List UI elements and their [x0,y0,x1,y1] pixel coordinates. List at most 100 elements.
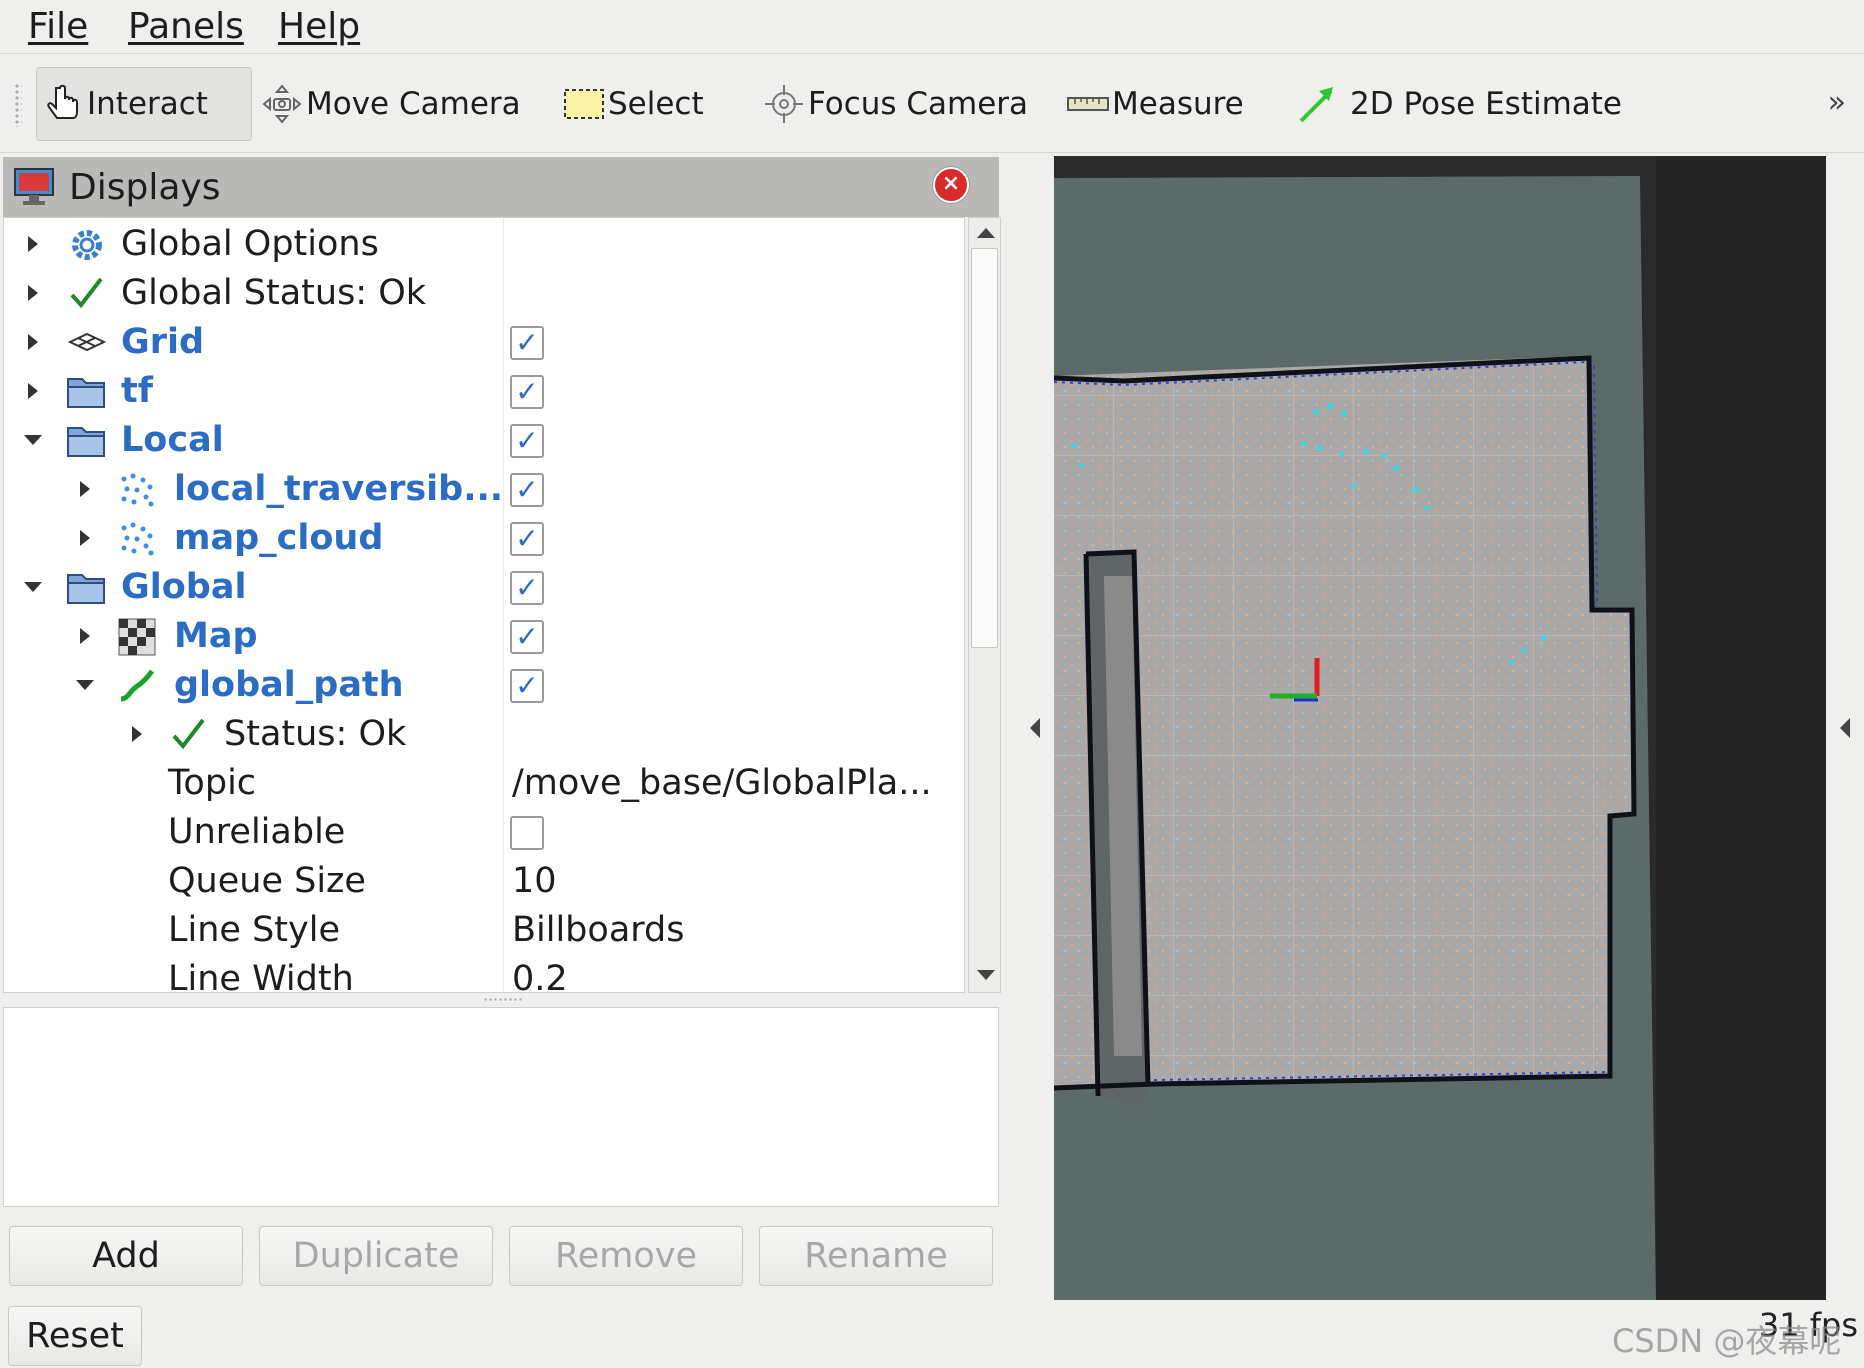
scroll-up-icon[interactable] [977,228,995,238]
global-checkbox[interactable]: ✓ [510,571,544,605]
move-camera-icon [260,82,304,126]
duplicate-button-label: Duplicate [292,1236,460,1276]
hand-pointer-icon [41,82,85,126]
tree-row-local[interactable]: Local ✓ [4,416,964,465]
path-icon [118,667,156,705]
line-style-label: Line Style [168,910,340,950]
render-viewport[interactable] [1054,156,1826,1300]
map-icon [118,618,156,656]
tree-row-global-path[interactable]: global_path ✓ [4,661,964,710]
local-traversable-label: local_traversib... [174,469,504,509]
property-description-box [3,1007,999,1207]
reset-button-label: Reset [26,1316,124,1356]
map-checkbox[interactable]: ✓ [510,620,544,654]
splitter-handle[interactable] [483,997,523,1003]
expand-arrow-icon[interactable] [132,726,142,742]
property-row-queue-size[interactable]: Queue Size 10 [4,857,964,906]
close-panel-button[interactable]: × [933,167,969,203]
move-camera-tool-button[interactable]: Move Camera [260,67,521,141]
collapse-left-icon[interactable] [1030,718,1040,738]
tf-checkbox[interactable]: ✓ [510,375,544,409]
collapse-right-icon[interactable] [1840,718,1850,738]
collapse-arrow-icon[interactable] [24,582,42,592]
map-cloud-checkbox[interactable]: ✓ [510,522,544,556]
measure-tool-label: Measure [1112,86,1244,122]
add-button[interactable]: Add [9,1226,243,1286]
folder-icon [66,422,105,460]
collapse-arrow-icon[interactable] [24,435,42,445]
property-row-line-width[interactable]: Line Width 0.2 [4,955,964,993]
rviz-window: File Panels Help Interact Move Camera Se… [0,0,1864,1368]
tree-row-map[interactable]: Map ✓ [4,612,964,661]
status-label: Status: Ok [224,714,407,754]
remove-button[interactable]: Remove [509,1226,743,1286]
tree-row-grid[interactable]: Grid ✓ [4,318,964,367]
tree-row-global[interactable]: Global ✓ [4,563,964,612]
map-render [1054,156,1826,1300]
interact-tool-label: Interact [87,86,208,122]
reset-button[interactable]: Reset [8,1306,142,1366]
select-tool-label: Select [608,86,704,122]
grid-checkbox[interactable]: ✓ [510,326,544,360]
property-row-topic[interactable]: Topic /move_base/GlobalPla... [4,759,964,808]
displays-tree: Global Options Global Status: Ok Grid ✓ [3,217,965,993]
property-row-line-style[interactable]: Line Style Billboards [4,906,964,955]
focus-camera-tool-button[interactable]: Focus Camera [762,67,1028,141]
select-tool-button[interactable]: Select [562,67,704,141]
measure-tool-button[interactable]: Measure [1066,67,1244,141]
displays-title: Displays [69,167,221,208]
expand-arrow-icon[interactable] [28,236,38,252]
interact-tool-button[interactable]: Interact [36,67,252,141]
expand-arrow-icon[interactable] [28,383,38,399]
move-camera-tool-label: Move Camera [306,86,521,122]
menu-bar: File Panels Help [0,0,1864,54]
displays-panel: Displays × Global Options Global Status:… [3,155,1001,1335]
property-row-unreliable[interactable]: Unreliable [4,808,964,857]
tree-row-status[interactable]: Status: Ok [4,710,964,759]
select-box-icon [562,82,606,126]
expand-arrow-icon[interactable] [28,285,38,301]
queue-size-label: Queue Size [168,861,366,901]
pose-estimate-tool-button[interactable]: 2D Pose Estimate [1296,67,1622,141]
expand-arrow-icon[interactable] [28,334,38,350]
rename-button[interactable]: Rename [759,1226,993,1286]
menu-panels[interactable]: Panels [128,6,244,48]
tree-row-map-cloud[interactable]: map_cloud ✓ [4,514,964,563]
tree-row-global-status[interactable]: Global Status: Ok [4,269,964,318]
unreliable-checkbox[interactable] [510,816,544,850]
expand-arrow-icon[interactable] [80,530,90,546]
grid-label: Grid [121,322,205,362]
local-traversable-checkbox[interactable]: ✓ [510,473,544,507]
expand-arrow-icon[interactable] [80,628,90,644]
green-arrow-icon [1296,82,1340,126]
ruler-icon [1066,82,1110,126]
expand-arrow-icon[interactable] [80,481,90,497]
tree-row-global-options[interactable]: Global Options [4,220,964,269]
menu-file-label: File [28,6,89,47]
scrollbar-thumb[interactable] [971,248,998,648]
tree-row-tf[interactable]: tf ✓ [4,367,964,416]
menu-panels-label: Panels [128,6,244,47]
menu-help[interactable]: Help [278,6,360,48]
global-path-checkbox[interactable]: ✓ [510,669,544,703]
duplicate-button[interactable]: Duplicate [259,1226,493,1286]
queue-size-value[interactable]: 10 [512,861,557,901]
monitor-icon [13,167,55,211]
global-status-label: Global Status: Ok [121,273,427,313]
map-label: Map [174,616,258,656]
topic-value[interactable]: /move_base/GlobalPla... [512,763,932,803]
local-checkbox[interactable]: ✓ [510,424,544,458]
tree-row-local-traversable[interactable]: local_traversib... ✓ [4,465,964,514]
point-cloud-icon [118,520,156,558]
toolbar-overflow-button[interactable]: » [1828,85,1846,120]
menu-file[interactable]: File [28,6,88,48]
scroll-down-icon[interactable] [977,970,995,980]
tree-scrollbar[interactable] [968,217,1001,993]
line-style-value[interactable]: Billboards [512,910,685,950]
gear-icon [68,226,106,264]
toolbar-grip[interactable] [14,83,22,127]
line-width-label: Line Width [168,959,354,993]
global-path-label: global_path [174,665,404,705]
line-width-value[interactable]: 0.2 [512,959,568,992]
collapse-arrow-icon[interactable] [76,680,94,690]
